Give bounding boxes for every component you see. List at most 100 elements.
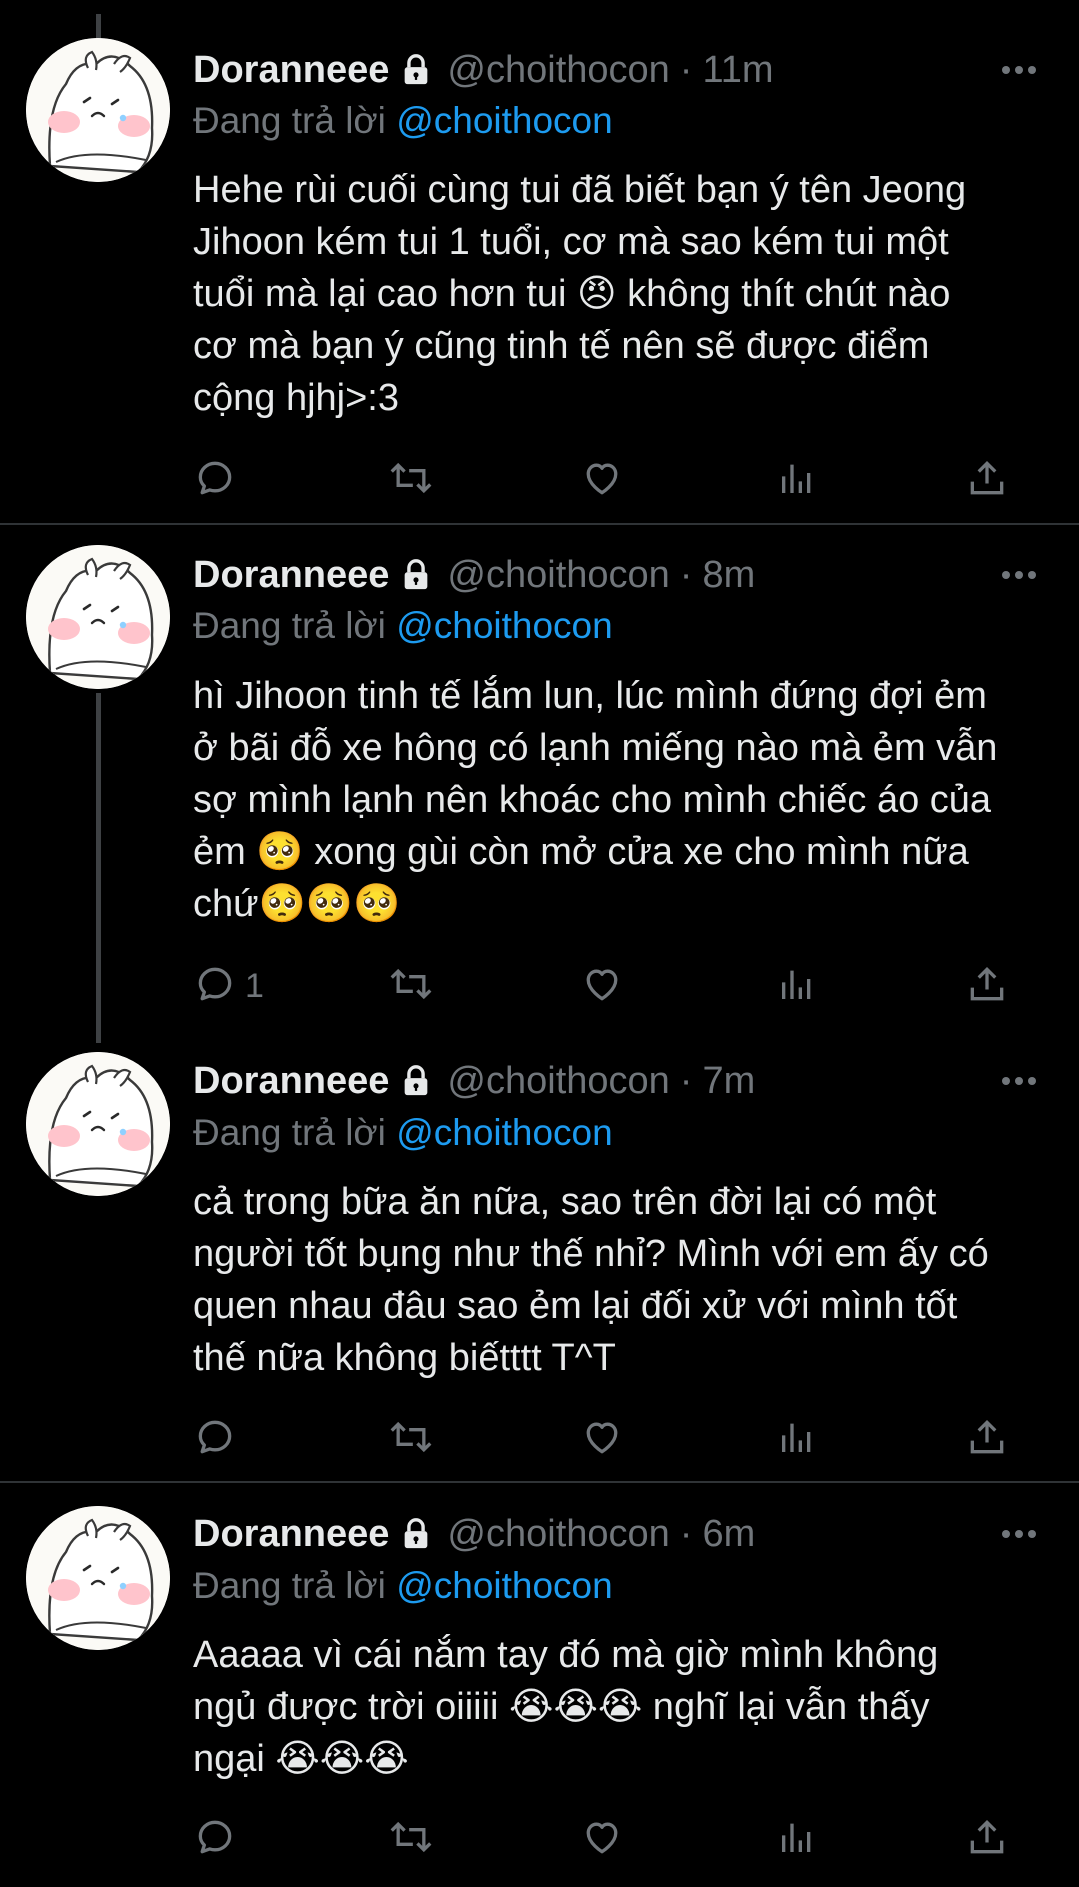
share-button[interactable] (965, 961, 1009, 1011)
retweet-icon (387, 962, 435, 1011)
reply-icon (193, 962, 237, 1011)
avatar-image (26, 38, 170, 182)
views-icon (777, 1415, 817, 1464)
display-name[interactable]: Doranneee (193, 1513, 389, 1556)
avatar[interactable] (26, 1506, 170, 1650)
retweet-button[interactable] (387, 1414, 435, 1464)
tweet-header: Doranneee @choithocon · 11m (193, 48, 774, 92)
views-icon (777, 962, 817, 1011)
thread-line (96, 693, 101, 1043)
timestamp[interactable]: 7m (702, 1060, 755, 1103)
action-bar (193, 1814, 1013, 1864)
lock-icon (399, 1517, 433, 1551)
views-button[interactable] (777, 1814, 817, 1864)
share-button[interactable] (965, 1814, 1009, 1864)
handle[interactable]: @choithocon (447, 1513, 669, 1556)
replying-to: Đang trả lời @choithocon (193, 1112, 613, 1154)
views-icon (777, 1815, 817, 1864)
like-button[interactable] (580, 1414, 624, 1464)
tweet-text: Aaaaa vì cái nắm tay đó mà giờ mình khôn… (193, 1634, 939, 1780)
retweet-button[interactable] (387, 961, 435, 1011)
reply-count: 1 (245, 966, 264, 1005)
tweet[interactable]: Doranneee @choithocon · 8m Đang trả lời … (0, 525, 1079, 1043)
timestamp[interactable]: 6m (702, 1513, 755, 1556)
share-icon (965, 1815, 1009, 1864)
display-name[interactable]: Doranneee (193, 1060, 389, 1103)
share-icon (965, 1415, 1009, 1464)
reply-mention-link[interactable]: @choithocon (396, 1565, 613, 1606)
tweet[interactable]: Doranneee @choithocon · 7m Đang trả lời … (0, 1030, 1079, 1482)
replying-to: Đang trả lời @choithocon (193, 1565, 613, 1607)
like-button[interactable] (580, 455, 624, 505)
avatar[interactable] (26, 38, 170, 182)
retweet-icon (387, 1415, 435, 1464)
retweet-icon (387, 1815, 435, 1864)
tweet-header: Doranneee @choithocon · 7m (193, 1059, 755, 1103)
views-button[interactable] (777, 1414, 817, 1464)
avatar[interactable] (26, 1052, 170, 1196)
like-icon (580, 456, 624, 505)
reply-button[interactable] (193, 1414, 245, 1464)
tweet-header: Doranneee @choithocon · 6m (193, 1512, 755, 1556)
share-button[interactable] (965, 1414, 1009, 1464)
reply-icon (193, 1415, 237, 1464)
handle[interactable]: @choithocon (447, 1060, 669, 1103)
separator: · (679, 48, 693, 91)
lock-icon (399, 558, 433, 592)
reply-button[interactable] (193, 455, 245, 505)
like-icon (580, 1815, 624, 1864)
avatar-image (26, 545, 170, 689)
replying-to-label: Đang trả lời (193, 1112, 386, 1153)
action-bar: 1 (193, 961, 1013, 1011)
reply-icon (193, 1815, 237, 1864)
like-button[interactable] (580, 961, 624, 1011)
replying-to-label: Đang trả lời (193, 100, 386, 141)
tweet[interactable]: Doranneee @choithocon · 11m Đang trả lời… (0, 0, 1079, 525)
views-button[interactable] (777, 961, 817, 1011)
more-icon[interactable] (999, 1059, 1039, 1103)
separator: · (679, 1512, 693, 1555)
tweet-text: cả trong bữa ăn nữa, sao trên đời lại có… (193, 1181, 989, 1379)
reply-button[interactable]: 1 (193, 961, 264, 1011)
reply-mention-link[interactable]: @choithocon (396, 100, 613, 141)
views-icon (777, 456, 817, 505)
more-icon[interactable] (999, 553, 1039, 597)
action-bar (193, 455, 1013, 505)
like-icon (580, 962, 624, 1011)
display-name[interactable]: Doranneee (193, 554, 389, 597)
replying-to: Đang trả lời @choithocon (193, 605, 613, 647)
tweet-header: Doranneee @choithocon · 8m (193, 553, 755, 597)
avatar-image (26, 1052, 170, 1196)
more-icon[interactable] (999, 48, 1039, 92)
separator: · (679, 553, 693, 596)
share-icon (965, 962, 1009, 1011)
replying-to: Đang trả lời @choithocon (193, 100, 613, 142)
action-bar (193, 1414, 1013, 1464)
like-button[interactable] (580, 1814, 624, 1864)
reply-button[interactable] (193, 1814, 245, 1864)
avatar[interactable] (26, 545, 170, 689)
lock-icon (399, 1064, 433, 1098)
more-icon[interactable] (999, 1512, 1039, 1556)
avatar-image (26, 1506, 170, 1650)
replying-to-label: Đang trả lời (193, 605, 386, 646)
retweet-icon (387, 456, 435, 505)
share-icon (965, 456, 1009, 505)
timestamp[interactable]: 11m (702, 49, 773, 92)
retweet-button[interactable] (387, 1814, 435, 1864)
reply-mention-link[interactable]: @choithocon (396, 1112, 613, 1153)
share-button[interactable] (965, 455, 1009, 505)
reply-icon (193, 456, 237, 505)
handle[interactable]: @choithocon (447, 554, 669, 597)
lock-icon (399, 53, 433, 87)
tweet-text: Hehe rùi cuối cùng tui đã biết bạn ý tên… (193, 169, 967, 419)
views-button[interactable] (777, 455, 817, 505)
like-icon (580, 1415, 624, 1464)
display-name[interactable]: Doranneee (193, 49, 389, 92)
tweet[interactable]: Doranneee @choithocon · 6m Đang trả lời … (0, 1483, 1079, 1887)
handle[interactable]: @choithocon (447, 49, 669, 92)
retweet-button[interactable] (387, 455, 435, 505)
reply-mention-link[interactable]: @choithocon (396, 605, 613, 646)
timestamp[interactable]: 8m (702, 554, 755, 597)
separator: · (679, 1059, 693, 1102)
